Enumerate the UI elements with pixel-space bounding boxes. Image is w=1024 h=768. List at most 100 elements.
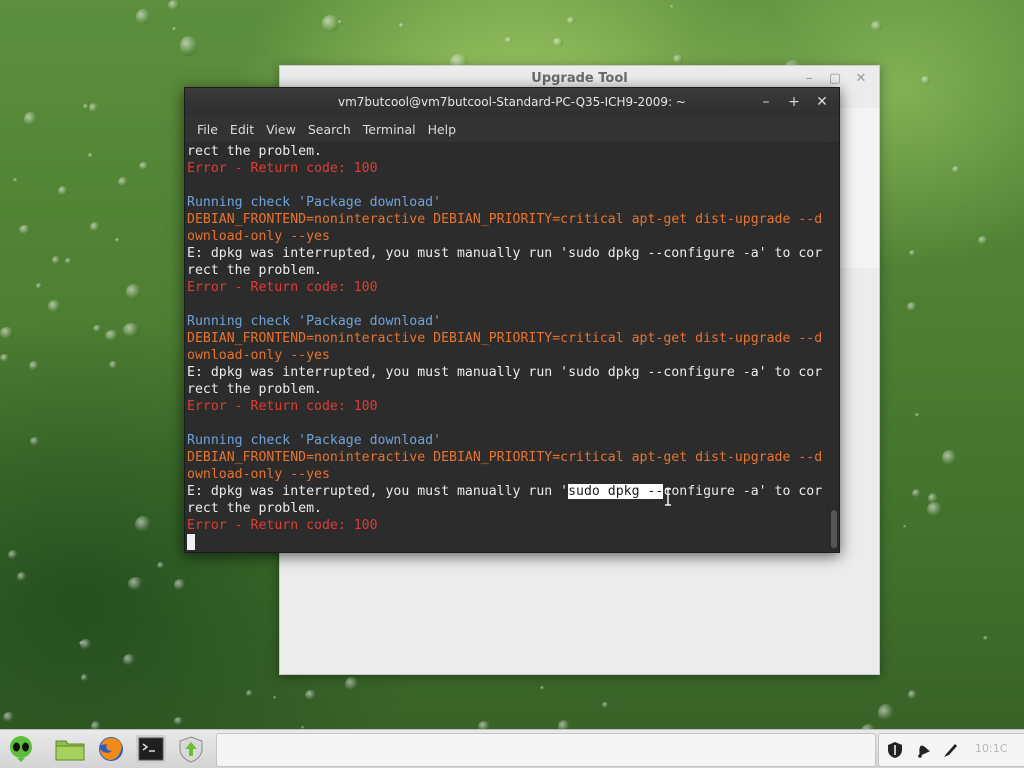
files-folder-icon[interactable]: [55, 735, 85, 763]
terminal-line: Error - Return code: 100: [187, 279, 827, 296]
terminal-line: Error - Return code: 100: [187, 160, 827, 177]
terminal-line: ownload-only --yes: [187, 347, 827, 364]
water-drop: [81, 674, 88, 682]
terminal-line-text: DEBIAN_FRONTEND=noninteractive DEBIAN_PR…: [187, 212, 823, 227]
water-drop: [88, 153, 93, 158]
selected-text[interactable]: sudo dpkg --: [568, 484, 664, 499]
menu-edit[interactable]: Edit: [224, 122, 260, 137]
upgrade-tool-controls: – ▢ ✕: [799, 70, 871, 88]
water-drop: [13, 178, 18, 182]
water-drop: [93, 325, 102, 332]
terminal-line-text: ownload-only --yes: [187, 229, 330, 244]
menu-terminal[interactable]: Terminal: [357, 122, 422, 137]
water-drop: [602, 702, 609, 708]
terminal-line-text: Error - Return code: 100: [187, 518, 378, 533]
terminal-window[interactable]: vm7butcool@vm7butcool-Standard-PC-Q35-IC…: [184, 87, 840, 553]
water-drop: [19, 225, 31, 234]
menu-alien-icon[interactable]: [6, 735, 36, 763]
water-drop: [83, 104, 89, 109]
firefox-icon[interactable]: [96, 735, 126, 763]
update-manager-icon[interactable]: [176, 735, 206, 763]
water-drop: [907, 302, 917, 312]
water-drop: [871, 21, 882, 31]
terminal-menubar: File Edit View Search Terminal Help: [185, 116, 839, 142]
water-drop: [952, 166, 960, 173]
terminal-line-text: ownload-only --yes: [187, 467, 330, 482]
water-drop: [48, 300, 61, 313]
water-drop: [123, 323, 140, 337]
water-drop: [135, 516, 152, 533]
water-drop: [115, 238, 120, 242]
terminal-line: E: dpkg was interrupted, you must manual…: [187, 483, 827, 500]
water-drop: [921, 76, 930, 84]
water-drop: [79, 641, 84, 645]
pen-icon[interactable]: [941, 740, 961, 760]
terminal-icon[interactable]: [136, 735, 166, 763]
water-drop: [903, 525, 907, 528]
prompt-line[interactable]: [187, 534, 827, 551]
system-tray: 10:1C: [878, 733, 1024, 767]
menu-search[interactable]: Search: [302, 122, 357, 137]
water-drop: [0, 354, 10, 362]
water-drop: [139, 162, 149, 170]
water-drop: [89, 103, 98, 113]
taskbar-window-list[interactable]: [216, 733, 876, 767]
terminal-line: E: dpkg was interrupted, you must manual…: [187, 364, 827, 381]
terminal-close-button[interactable]: ✕: [815, 94, 829, 110]
menu-view[interactable]: View: [260, 122, 302, 137]
water-drop: [983, 636, 989, 640]
water-drop: [105, 330, 119, 341]
water-drop: [908, 690, 917, 700]
terminal-line-text: rect the problem.: [187, 382, 322, 397]
water-drop: [978, 236, 988, 245]
water-drop: [673, 55, 683, 63]
upgrade-minimize-button[interactable]: –: [799, 70, 819, 88]
terminal-line-text: E: dpkg was interrupted, you must manual…: [187, 484, 569, 499]
terminal-line: rect the problem.: [187, 262, 827, 279]
water-drop: [58, 186, 68, 196]
bell-icon[interactable]: [913, 740, 933, 760]
water-drop: [912, 489, 921, 498]
water-drop: [123, 654, 136, 666]
menu-file[interactable]: File: [191, 122, 224, 137]
water-drop: [305, 690, 317, 700]
terminal-line-text: Running check 'Package download': [187, 433, 442, 448]
clock[interactable]: 10:1C: [975, 742, 1007, 755]
water-drop: [126, 284, 141, 300]
water-drop: [338, 20, 342, 24]
scrollbar-thumb[interactable]: [831, 510, 837, 548]
water-drop: [17, 572, 27, 582]
water-drop: [322, 15, 339, 32]
terminal-line-text: configure -a' to cor: [663, 484, 823, 499]
text-cursor: [187, 534, 195, 550]
water-drop: [273, 696, 277, 699]
terminal-line-text: Error - Return code: 100: [187, 161, 378, 176]
terminal-line: rect the problem.: [187, 143, 827, 160]
terminal-minimize-button[interactable]: –: [759, 94, 773, 110]
water-drop: [246, 690, 253, 697]
water-drop: [553, 38, 563, 46]
water-drop: [174, 717, 184, 725]
terminal-scrollbar[interactable]: [831, 144, 837, 548]
water-drop: [29, 361, 39, 371]
water-drop: [878, 704, 894, 722]
water-drop: [172, 27, 177, 31]
terminal-line: ownload-only --yes: [187, 466, 827, 483]
water-drop: [3, 712, 15, 722]
upgrade-close-button[interactable]: ✕: [851, 70, 871, 88]
terminal-line-text: Running check 'Package download': [187, 195, 442, 210]
water-drop: [65, 258, 72, 264]
terminal-maximize-button[interactable]: +: [787, 94, 801, 110]
terminal-output[interactable]: rect the problem. Error - Return code: 10…: [185, 142, 827, 552]
upgrade-maximize-button[interactable]: ▢: [825, 70, 845, 88]
menu-help[interactable]: Help: [422, 122, 463, 137]
water-drop: [174, 579, 186, 591]
terminal-line-text: Error - Return code: 100: [187, 280, 378, 295]
water-drop: [505, 37, 512, 43]
water-drop: [24, 112, 37, 126]
terminal-titlebar[interactable]: vm7butcool@vm7butcool-Standard-PC-Q35-IC…: [185, 88, 839, 116]
shield-icon[interactable]: [885, 740, 905, 760]
